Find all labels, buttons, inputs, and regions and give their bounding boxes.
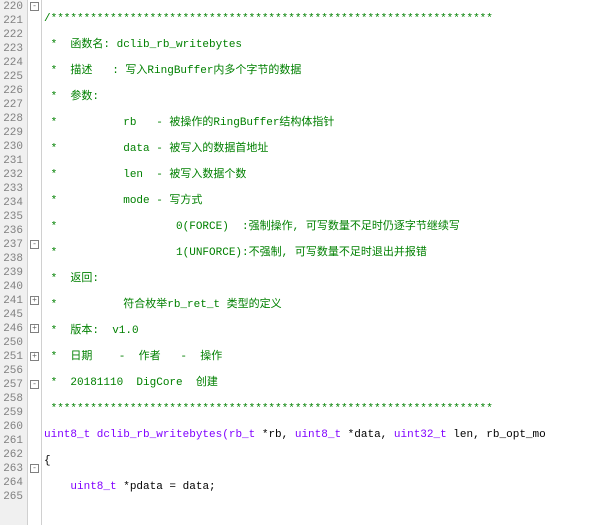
line-number: 224 <box>0 56 23 70</box>
fold-collapsed-icon[interactable]: + <box>30 352 39 361</box>
comment-line: * 日期 - 作者 - 操作 <box>44 351 222 363</box>
fold-column: - - + + + - - <box>28 0 42 525</box>
line-number: 238 <box>0 252 23 266</box>
line-number: 261 <box>0 434 23 448</box>
line-number: 263 <box>0 462 23 476</box>
line-number: 233 <box>0 182 23 196</box>
comment-line: ****************************************… <box>44 403 493 415</box>
line-number: 230 <box>0 140 23 154</box>
comment-line: * mode - 写方式 <box>44 195 202 207</box>
code-line: uint8_t dclib_rb_writebytes(rb_t *rb, ui… <box>44 428 614 442</box>
line-number: 260 <box>0 420 23 434</box>
line-number: 245 <box>0 308 23 322</box>
comment-line: * 返回: <box>44 273 99 285</box>
code-line: uint8_t *pdata = data; <box>44 480 614 494</box>
comment-line: * 符合枚举rb_ret_t 类型的定义 <box>44 299 282 311</box>
code-area: /***************************************… <box>42 0 614 525</box>
line-number: 264 <box>0 476 23 490</box>
line-number: 237 <box>0 238 23 252</box>
line-number: 221 <box>0 14 23 28</box>
comment-line: * 描述 : 写入RingBuffer内多个字节的数据 <box>44 65 301 77</box>
fold-expanded-icon[interactable]: - <box>30 240 39 249</box>
line-number-gutter: 2202212222232242252262272282292302312322… <box>0 0 28 525</box>
line-number: 236 <box>0 224 23 238</box>
line-number: 220 <box>0 0 23 14</box>
code-line: { <box>44 454 614 468</box>
fold-collapsed-icon[interactable]: + <box>30 324 39 333</box>
line-number: 246 <box>0 322 23 336</box>
blank-line <box>44 506 614 520</box>
comment-line: * len - 被写入数据个数 <box>44 169 246 181</box>
comment-line: /***************************************… <box>44 13 493 25</box>
line-number: 235 <box>0 210 23 224</box>
line-number: 229 <box>0 126 23 140</box>
line-number: 256 <box>0 364 23 378</box>
fold-expanded-icon[interactable]: - <box>30 380 39 389</box>
line-number: 262 <box>0 448 23 462</box>
comment-line: * 0(FORCE) :强制操作, 可写数量不足时仍逐字节继续写 <box>44 221 460 233</box>
line-number: 259 <box>0 406 23 420</box>
fold-expanded-icon[interactable]: - <box>30 464 39 473</box>
line-number: 239 <box>0 266 23 280</box>
line-number: 265 <box>0 490 23 504</box>
line-number: 240 <box>0 280 23 294</box>
line-number: 225 <box>0 70 23 84</box>
line-number: 222 <box>0 28 23 42</box>
comment-line: * 参数: <box>44 91 99 103</box>
fold-expanded-icon[interactable]: - <box>30 2 39 11</box>
line-number: 250 <box>0 336 23 350</box>
line-number: 227 <box>0 98 23 112</box>
line-number: 223 <box>0 42 23 56</box>
line-number: 231 <box>0 154 23 168</box>
line-number: 226 <box>0 84 23 98</box>
line-number: 251 <box>0 350 23 364</box>
fold-collapsed-icon[interactable]: + <box>30 296 39 305</box>
comment-line: * 1(UNFORCE):不强制, 可写数量不足时退出并报错 <box>44 247 427 259</box>
comment-line: * 20181110 DigCore 创建 <box>44 377 218 389</box>
line-number: 232 <box>0 168 23 182</box>
comment-line: * 版本: v1.0 <box>44 325 139 337</box>
line-number: 258 <box>0 392 23 406</box>
line-number: 257 <box>0 378 23 392</box>
line-number: 241 <box>0 294 23 308</box>
comment-line: * 函数名: dclib_rb_writebytes <box>44 39 242 51</box>
line-number: 234 <box>0 196 23 210</box>
comment-line: * data - 被写入的数据首地址 <box>44 143 268 155</box>
line-number: 228 <box>0 112 23 126</box>
comment-line: * rb - 被操作的RingBuffer结构体指针 <box>44 117 334 129</box>
